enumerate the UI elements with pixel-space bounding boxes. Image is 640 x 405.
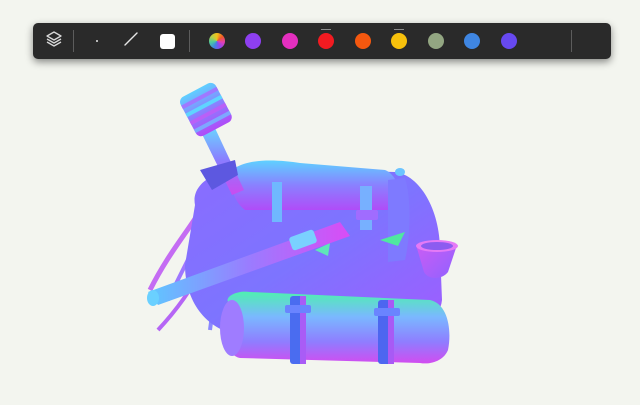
point-tool-button[interactable] [85,23,109,59]
color-swatch-indigo[interactable] [501,33,517,49]
color-swatch-orange[interactable] [355,33,371,49]
toolbar-separator [189,30,190,52]
color-swatch-red[interactable] [318,29,334,49]
line-tool-icon [123,31,139,52]
color-swatch-magenta[interactable] [282,33,298,49]
color-swatch-multicolor[interactable] [209,33,225,49]
color-swatch-sage[interactable] [428,33,444,49]
toolbar-separator [73,30,74,52]
model-render[interactable] [0,0,640,405]
toolbar-separator [571,30,572,52]
color-swatch-yellow[interactable] [391,29,407,49]
square-tool-button[interactable] [155,23,179,59]
line-tool-button[interactable] [119,23,143,59]
layers-icon [45,30,63,53]
point-tool-icon [96,40,98,42]
3d-viewport[interactable] [0,0,640,405]
top-toolbar [33,23,611,59]
square-tool-icon [159,33,175,49]
color-swatch-blue[interactable] [464,33,480,49]
layers-button[interactable] [41,23,67,59]
color-swatch-purple[interactable] [245,33,261,49]
